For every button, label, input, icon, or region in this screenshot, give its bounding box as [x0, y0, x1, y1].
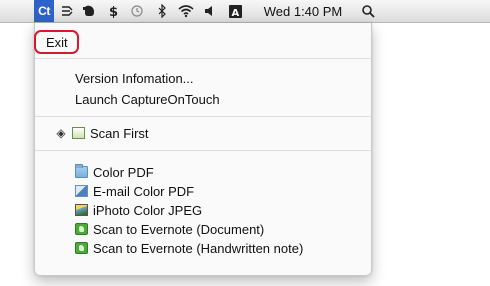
menubar-clock[interactable]: Wed 1:40 PM: [257, 0, 349, 22]
menu-item-job[interactable]: Color PDF: [35, 162, 371, 182]
menu-item-scan-first[interactable]: ◈ Scan First: [35, 123, 371, 143]
evernote-icon: [75, 242, 88, 254]
default-job-diamond-icon: ◈: [56, 126, 66, 140]
exit-highlight-ring: [34, 30, 79, 54]
menu-item-job[interactable]: E-mail Color PDF: [35, 181, 371, 201]
menu-item-job[interactable]: Scan to Evernote (Document): [35, 219, 371, 239]
captureontouch-icon-label: Ct: [38, 4, 50, 18]
mail-icon: [75, 185, 88, 197]
input-menu-icon[interactable]: A: [226, 0, 244, 22]
menu-item-exit[interactable]: Exit: [35, 32, 371, 52]
menu-separator: [35, 150, 371, 151]
menu-item-launch-label: Launch CaptureOnTouch: [75, 91, 220, 107]
scan-first-icon: [72, 127, 85, 139]
volume-icon[interactable]: [202, 0, 218, 22]
search-icon[interactable]: [359, 0, 377, 22]
menu-item-version-info-label: Version Infomation...: [75, 70, 194, 86]
menu-separator: [35, 116, 371, 117]
menu-item-version-info[interactable]: Version Infomation...: [35, 68, 371, 88]
iphoto-icon: [75, 204, 88, 216]
menu-item-job[interactable]: Scan to Evernote (Handwritten note): [35, 238, 371, 258]
captureontouch-menu-icon[interactable]: Ct: [34, 0, 54, 22]
wifi-icon[interactable]: [176, 0, 196, 22]
menu-item-job-label: E-mail Color PDF: [93, 183, 195, 199]
menu-item-job-label: Scan to Evernote (Handwritten note): [93, 240, 304, 256]
menu-item-job-label: iPhoto Color JPEG: [93, 202, 203, 218]
evernote-icon[interactable]: [80, 0, 98, 22]
folder-icon: [75, 164, 88, 178]
menu-bar: Ct $ A Wed 1:40 PM: [0, 0, 490, 23]
cursor-tool-icon[interactable]: [58, 0, 76, 22]
time-machine-icon[interactable]: [128, 0, 146, 22]
menu-item-scan-first-label: Scan First: [90, 125, 149, 141]
svg-text:A: A: [231, 8, 239, 18]
evernote-icon: [75, 223, 88, 235]
menu-item-job-label: Color PDF: [93, 164, 154, 180]
menu-item-launch-captureontouch[interactable]: Launch CaptureOnTouch: [35, 89, 371, 109]
menu-separator: [35, 58, 371, 59]
dollar-icon[interactable]: $: [104, 0, 122, 22]
menu-item-job-label: Scan to Evernote (Document): [93, 221, 265, 237]
svg-text:$: $: [109, 5, 118, 18]
menu-item-job[interactable]: iPhoto Color JPEG: [35, 200, 371, 220]
bluetooth-icon[interactable]: [154, 0, 170, 22]
captureontouch-dropdown-menu: Exit Version Infomation... Launch Captur…: [34, 23, 372, 276]
